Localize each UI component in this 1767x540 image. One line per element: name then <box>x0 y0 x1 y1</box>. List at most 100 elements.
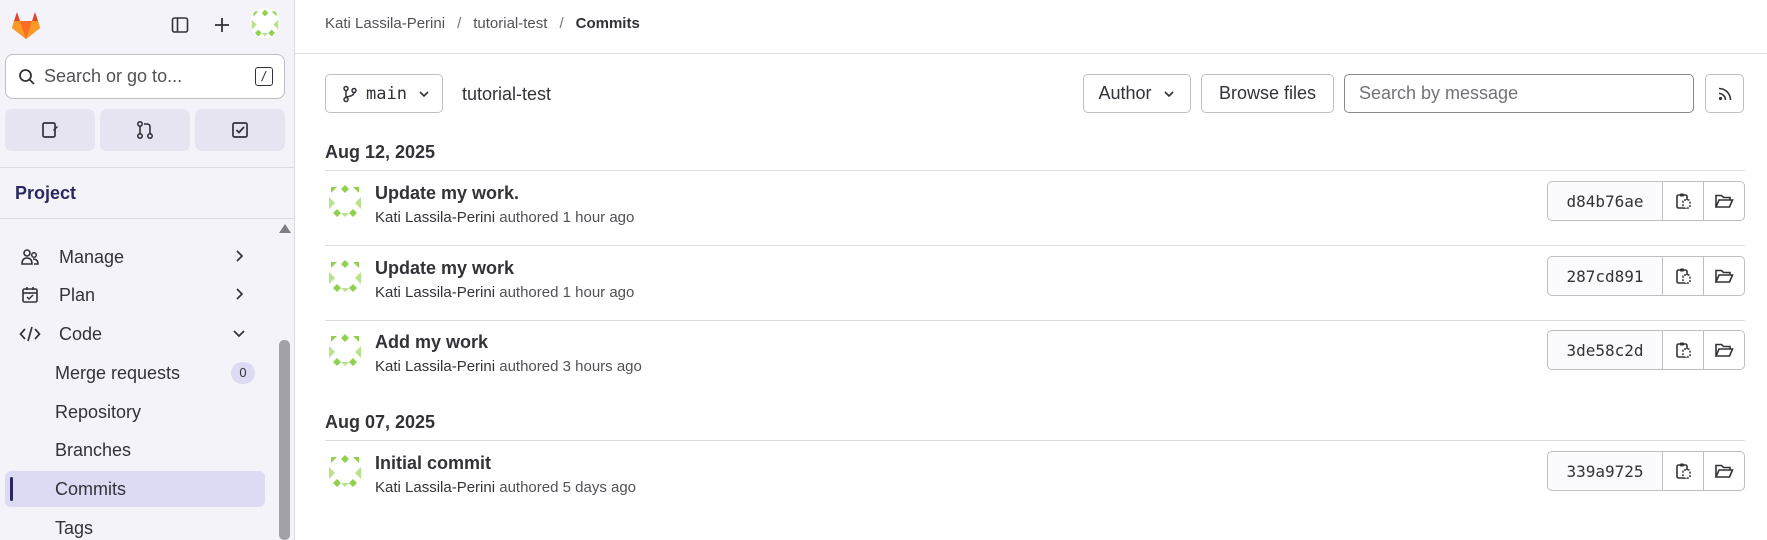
plus-icon[interactable] <box>207 10 237 40</box>
calendar-icon <box>19 284 41 306</box>
author-filter-label: Author <box>1098 83 1152 103</box>
issues-button[interactable] <box>5 109 95 151</box>
user-avatar[interactable] <box>250 8 280 38</box>
commit-title[interactable]: Update my work. <box>375 183 519 204</box>
author-filter-button[interactable]: Author <box>1083 74 1191 113</box>
commit-author[interactable]: Kati Lassila-Perini <box>375 479 495 496</box>
copy-icon <box>1676 463 1691 479</box>
todo-icon <box>232 122 248 138</box>
browse-commit-files-button[interactable] <box>1704 256 1745 296</box>
commit-author[interactable]: Kati Lassila-Perini <box>375 209 495 226</box>
copy-icon <box>1676 193 1691 209</box>
sidebar-toggle-icon[interactable] <box>165 10 195 40</box>
gitlab-logo[interactable] <box>9 9 43 41</box>
copy-sha-button[interactable] <box>1663 256 1704 296</box>
commit-author-avatar[interactable] <box>327 183 363 219</box>
sidebar-item-label: Plan <box>59 284 96 305</box>
commit-actions: d84b76ae <box>1547 181 1745 221</box>
sidebar-item-tags[interactable]: Tags <box>5 510 265 540</box>
commit-author[interactable]: Kati Lassila-Perini <box>375 358 495 375</box>
sidebar-item-plan[interactable]: Plan <box>5 277 265 313</box>
commit-verb: authored <box>499 284 559 301</box>
sidebar-scrollbar[interactable] <box>279 340 290 540</box>
commit-actions: 287cd891 <box>1547 256 1745 296</box>
copy-sha-button[interactable] <box>1663 330 1704 370</box>
commit-sha[interactable]: d84b76ae <box>1547 181 1663 221</box>
commit-actions: 339a9725 <box>1547 451 1745 491</box>
commit-time: 3 hours ago <box>562 358 642 375</box>
merge-requests-button[interactable] <box>100 109 190 151</box>
merge-requests-count-badge: 0 <box>231 362 255 384</box>
commit-sha[interactable]: 3de58c2d <box>1547 330 1663 370</box>
sidebar-item-merge-requests[interactable]: Merge requests 0 <box>5 355 265 391</box>
chevron-right-icon <box>236 288 244 300</box>
main-content: Kati Lassila-Perini / tutorial-test / Co… <box>295 0 1767 540</box>
header-divider <box>295 53 1767 54</box>
commit-sha[interactable]: 287cd891 <box>1547 256 1663 296</box>
browse-files-button[interactable]: Browse files <box>1201 74 1334 113</box>
commit-title[interactable]: Initial commit <box>375 453 491 474</box>
folder-icon <box>1714 194 1734 208</box>
search-input[interactable]: Search or go to... / <box>5 54 285 99</box>
commit-title[interactable]: Add my work <box>375 332 488 353</box>
sidebar-item-repository[interactable]: Repository <box>5 394 265 430</box>
project-section-title: Project <box>15 183 77 203</box>
merge-request-icon <box>136 120 154 140</box>
sidebar-header <box>0 0 294 48</box>
commit-date-header: Aug 12, 2025 <box>325 142 436 162</box>
browse-commit-files-button[interactable] <box>1704 330 1745 370</box>
branch-selector[interactable]: main <box>325 74 443 113</box>
breadcrumb-current[interactable]: Commits <box>576 15 640 32</box>
chevron-down-icon <box>233 330 245 338</box>
sidebar-item-code[interactable]: Code <box>5 316 265 352</box>
copy-sha-button[interactable] <box>1663 451 1704 491</box>
branch-icon <box>343 85 357 102</box>
commit-row: Add my work Kati Lassila-Perini authored… <box>325 320 1745 394</box>
commit-time: 5 days ago <box>562 479 637 496</box>
sidebar: Search or go to... / Project Manage Plan… <box>0 0 295 540</box>
sidebar-item-label: Code <box>59 323 103 344</box>
commit-meta: Kati Lassila-Perini authored 1 hour ago <box>375 209 634 226</box>
sidebar-item-label: Tags <box>55 517 94 538</box>
commit-author-avatar[interactable] <box>327 453 363 489</box>
sidebar-item-commits[interactable]: Commits <box>5 471 265 507</box>
commit-meta: Kati Lassila-Perini authored 1 hour ago <box>375 284 634 301</box>
breadcrumb-separator: / <box>457 15 462 32</box>
breadcrumb-project[interactable]: tutorial-test <box>473 15 547 32</box>
users-icon <box>19 246 41 268</box>
commit-verb: authored <box>499 209 559 226</box>
code-icon <box>19 323 41 345</box>
chevron-right-icon <box>236 250 244 262</box>
breadcrumb: Kati Lassila-Perini / tutorial-test / Co… <box>325 15 640 32</box>
folder-icon <box>1714 269 1734 283</box>
todo-button[interactable] <box>195 109 285 151</box>
commit-verb: authored <box>499 479 559 496</box>
commit-date-header: Aug 07, 2025 <box>325 412 436 432</box>
copy-sha-button[interactable] <box>1663 181 1704 221</box>
commit-row: Update my work. Kati Lassila-Perini auth… <box>325 171 1745 245</box>
commit-meta: Kati Lassila-Perini authored 3 hours ago <box>375 358 642 375</box>
breadcrumb-user[interactable]: Kati Lassila-Perini <box>325 15 445 32</box>
sidebar-item-label: Merge requests <box>55 362 181 383</box>
repository-path[interactable]: tutorial-test <box>462 84 551 105</box>
sidebar-item-manage[interactable]: Manage <box>5 239 265 275</box>
commit-author-avatar[interactable] <box>327 332 363 368</box>
commit-author-avatar[interactable] <box>327 258 363 294</box>
sidebar-item-branches[interactable]: Branches <box>5 432 265 468</box>
commit-author[interactable]: Kati Lassila-Perini <box>375 284 495 301</box>
commit-actions: 3de58c2d <box>1547 330 1745 370</box>
search-by-message-input[interactable]: Search by message <box>1344 74 1694 113</box>
commit-time: 1 hour ago <box>562 284 635 301</box>
browse-commit-files-button[interactable] <box>1704 451 1745 491</box>
chevron-down-icon <box>419 90 429 97</box>
commit-title[interactable]: Update my work <box>375 258 514 279</box>
commit-time: 1 hour ago <box>562 209 635 226</box>
scrollbar-up-arrow[interactable] <box>279 224 291 233</box>
sidebar-divider <box>0 218 294 219</box>
rss-feed-button[interactable] <box>1705 74 1744 113</box>
folder-icon <box>1714 343 1734 357</box>
copy-icon <box>1676 342 1691 358</box>
sidebar-item-label: Branches <box>55 439 132 460</box>
commit-sha[interactable]: 339a9725 <box>1547 451 1663 491</box>
browse-commit-files-button[interactable] <box>1704 181 1745 221</box>
